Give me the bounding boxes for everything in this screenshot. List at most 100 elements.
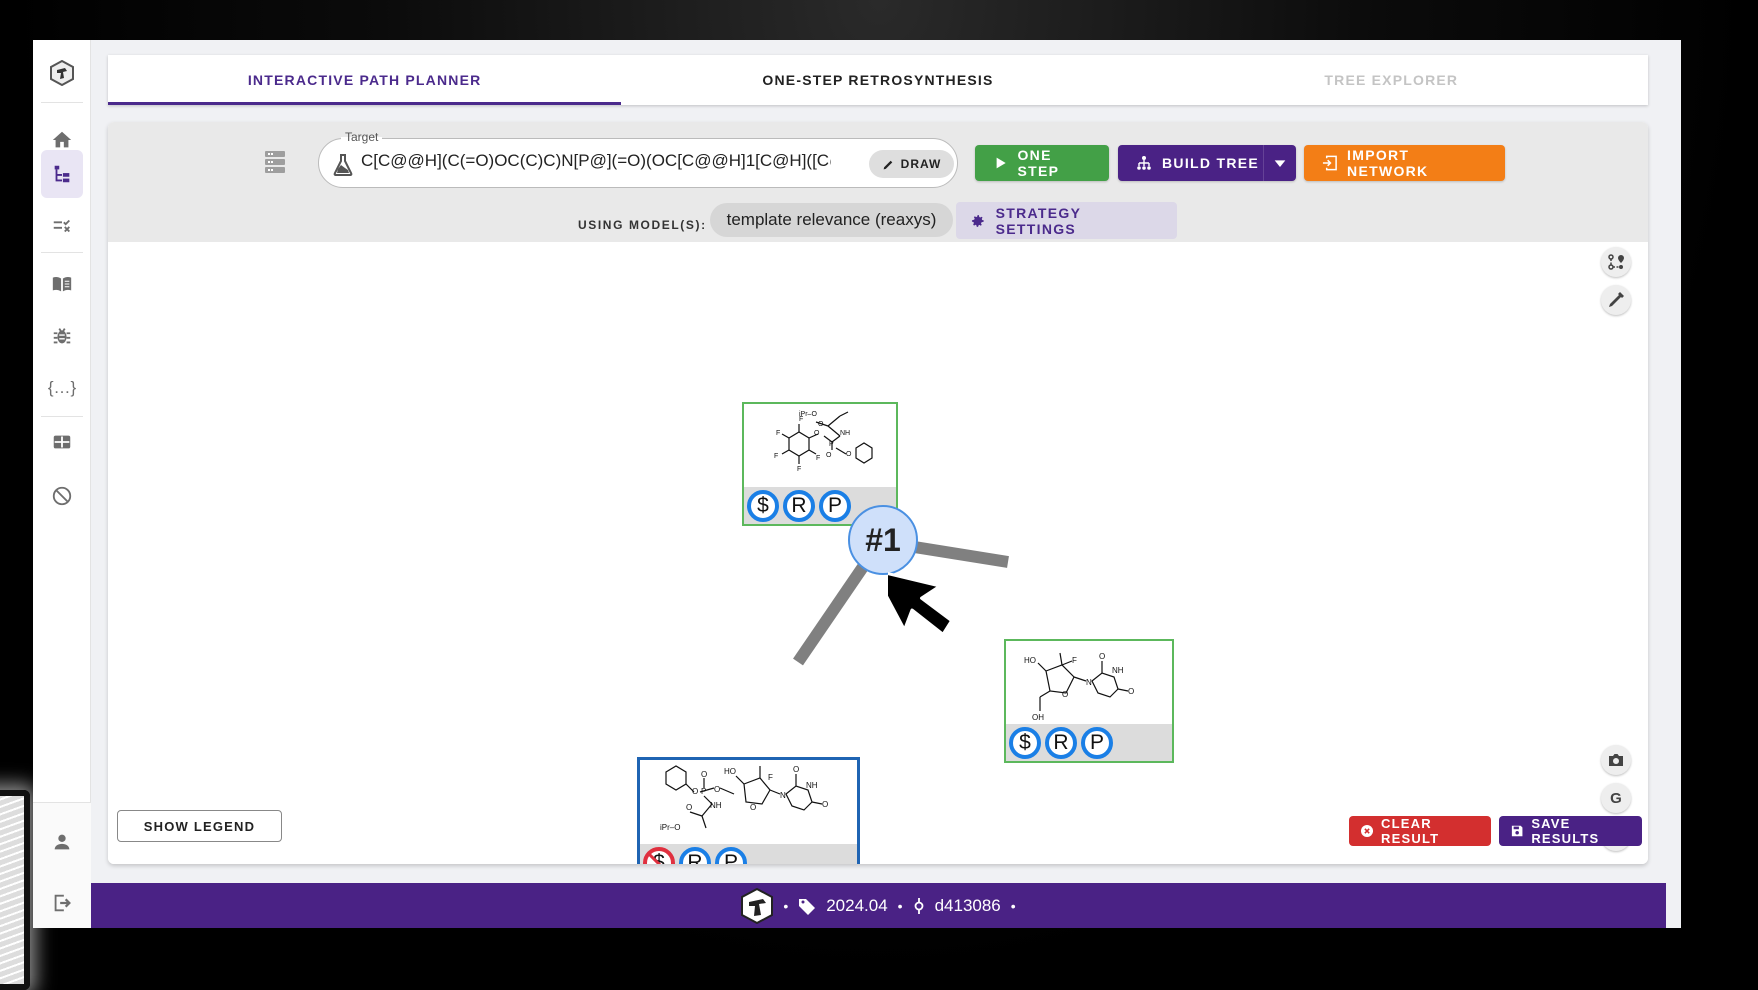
- mouse-cursor-icon: [888, 550, 958, 660]
- import-network-button[interactable]: IMPORT NETWORK: [1304, 145, 1505, 181]
- svg-text:iPr–O: iPr–O: [660, 823, 680, 832]
- strategy-settings-label: STRATEGY SETTINGS: [996, 205, 1163, 237]
- gear-icon: [970, 213, 986, 229]
- model-chip[interactable]: template relevance (reaxys): [710, 203, 953, 237]
- draw-button[interactable]: DRAW: [869, 150, 954, 178]
- badge-not-buyable[interactable]: $: [643, 847, 675, 865]
- badge-reaction[interactable]: R: [1045, 727, 1077, 759]
- svg-text:O: O: [686, 803, 692, 812]
- sidebar-item-debug[interactable]: [41, 312, 83, 360]
- svg-text:O: O: [692, 787, 698, 796]
- strategy-settings-button[interactable]: STRATEGY SETTINGS: [956, 202, 1177, 239]
- footer-bar: • 2024.04 • d413086 •: [91, 883, 1666, 928]
- svg-text:F: F: [768, 773, 773, 782]
- badge-buyable[interactable]: $: [1009, 727, 1041, 759]
- highlight-tool-button[interactable]: [1601, 285, 1631, 315]
- footer-separator: •: [783, 898, 788, 914]
- svg-text:O: O: [1099, 652, 1105, 661]
- target-molecule-node[interactable]: OPOONHOiPr–O HOFONONHO $ R P: [637, 757, 860, 864]
- badge-precursor[interactable]: P: [715, 847, 747, 865]
- svg-text:F: F: [776, 430, 780, 437]
- svg-text:NH: NH: [1112, 666, 1124, 675]
- sidebar-item-checklist[interactable]: [41, 202, 83, 250]
- logout-icon: [51, 892, 73, 914]
- clear-result-button[interactable]: CLEAR RESULT: [1349, 816, 1491, 846]
- draw-button-label: DRAW: [901, 157, 942, 171]
- tab-one-step-retrosynthesis[interactable]: ONE-STEP RETROSYNTHESIS: [621, 55, 1134, 105]
- svg-text:F: F: [816, 455, 820, 462]
- tab-bar: INTERACTIVE PATH PLANNER ONE-STEP RETROS…: [108, 55, 1648, 105]
- save-results-label: SAVE RESULTS: [1531, 816, 1630, 846]
- camera-icon: [1607, 751, 1625, 769]
- svg-text:NH: NH: [840, 430, 850, 437]
- tab-interactive-path-planner[interactable]: INTERACTIVE PATH PLANNER: [108, 55, 621, 105]
- build-tree-dropdown[interactable]: [1263, 145, 1296, 181]
- route-icon: [1607, 253, 1625, 271]
- badge-precursor[interactable]: P: [1081, 727, 1113, 759]
- sidebar-item-documentation[interactable]: [41, 260, 83, 308]
- svg-text:F: F: [1072, 656, 1077, 665]
- table-icon: [51, 431, 73, 453]
- molecule-badges: $ R P: [640, 844, 857, 864]
- sidebar-item-api[interactable]: {…}: [41, 364, 83, 412]
- sidebar-bottom: [33, 802, 91, 928]
- hierarchy-icon: [1136, 155, 1152, 171]
- badge-reaction[interactable]: R: [679, 847, 711, 865]
- svg-text:OH: OH: [1032, 713, 1044, 722]
- pencil-icon: [882, 158, 895, 171]
- build-tree-button[interactable]: BUILD TREE: [1118, 145, 1296, 181]
- svg-text:F: F: [774, 453, 778, 460]
- badge-reaction[interactable]: R: [783, 490, 815, 522]
- svg-text:iPr–O: iPr–O: [799, 411, 817, 418]
- svg-text:O: O: [1128, 687, 1134, 696]
- bug-icon: [51, 325, 73, 347]
- svg-text:NH: NH: [710, 801, 722, 810]
- background-hex-decoration: [0, 790, 30, 990]
- svg-text:O: O: [714, 785, 720, 794]
- molecule-node[interactable]: HOFONONHOOH $ R P: [1004, 639, 1174, 763]
- sidebar-divider: [41, 416, 83, 417]
- version-label: 2024.04: [826, 896, 887, 916]
- screenshot-button[interactable]: [1601, 745, 1631, 775]
- route-tool-button[interactable]: [1601, 247, 1631, 277]
- sidebar-item-table[interactable]: [41, 418, 83, 466]
- save-results-button[interactable]: SAVE RESULTS: [1499, 816, 1642, 846]
- braces-icon: {…}: [48, 378, 76, 398]
- sidebar-divider: [41, 102, 83, 103]
- svg-text:P: P: [829, 441, 834, 448]
- planner-panel: Target DRAW ONE STEP BUILD TREE: [108, 122, 1648, 864]
- commit-icon: [913, 897, 925, 915]
- sidebar-item-account[interactable]: [41, 818, 83, 866]
- svg-text:O: O: [793, 765, 799, 774]
- target-smiles-field: Target DRAW: [318, 138, 958, 188]
- svg-text:F: F: [797, 466, 801, 473]
- molecule-badges: $ R P: [1006, 724, 1172, 761]
- svg-text:N: N: [780, 791, 786, 800]
- sidebar-item-logout[interactable]: [41, 879, 83, 927]
- one-step-label: ONE STEP: [1017, 147, 1091, 179]
- flask-icon: [333, 154, 353, 176]
- graph-layout-button[interactable]: G: [1601, 783, 1631, 813]
- save-icon: [1511, 824, 1523, 838]
- sidebar-item-path-planner[interactable]: [41, 150, 83, 198]
- badge-precursor[interactable]: P: [819, 490, 851, 522]
- sidebar-divider: [41, 252, 83, 253]
- svg-text:O: O: [1062, 690, 1068, 699]
- import-icon: [1322, 155, 1337, 171]
- one-step-button[interactable]: ONE STEP: [975, 145, 1109, 181]
- svg-text:P: P: [701, 787, 706, 796]
- book-icon: [51, 273, 73, 295]
- using-models-label: USING MODEL(S):: [578, 218, 707, 232]
- checklist-icon: [51, 215, 73, 237]
- database-icon[interactable]: [265, 150, 285, 174]
- sidebar-item-banned[interactable]: [41, 472, 83, 520]
- badge-buyable[interactable]: $: [747, 490, 779, 522]
- caret-down-icon: [1272, 155, 1288, 171]
- network-canvas[interactable]: FFFFF ONHPOOOiPr–O $ R P: [108, 242, 1648, 864]
- tag-icon: [798, 897, 816, 915]
- molecule-structure: HOFONONHOOH: [1006, 641, 1172, 725]
- show-legend-button[interactable]: SHOW LEGEND: [117, 810, 282, 842]
- svg-text:O: O: [826, 452, 832, 459]
- target-smiles-input[interactable]: [361, 151, 831, 171]
- svg-text:O: O: [701, 770, 707, 779]
